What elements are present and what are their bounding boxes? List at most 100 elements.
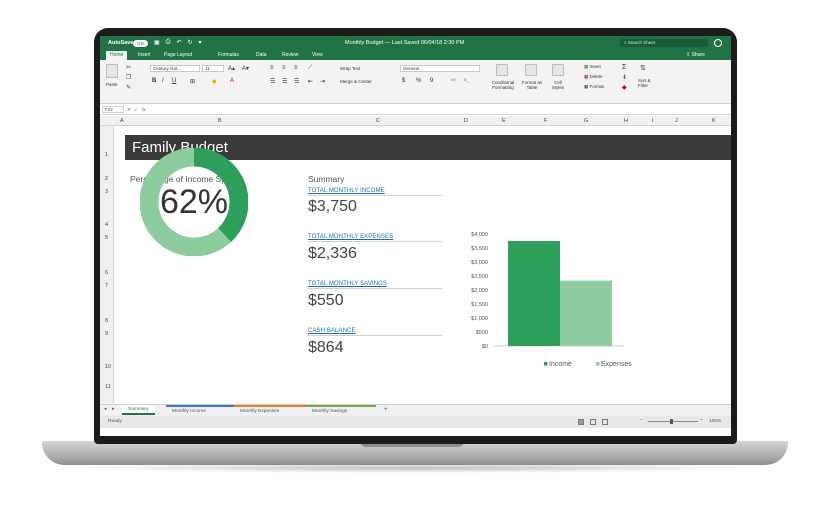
name-box[interactable]: F22 [102,106,124,113]
borders-icon[interactable]: ⊞ [190,78,195,85]
zoom-slider[interactable] [648,421,698,422]
share-button[interactable]: ⇪ Share [686,52,705,58]
print-icon[interactable]: ⎙ [166,39,171,46]
column-header[interactable]: A [120,118,124,124]
column-header[interactable]: J [675,118,678,124]
font-color-icon[interactable]: A [230,78,234,84]
customize-icon[interactable]: ▾ [199,39,202,46]
sort-filter-icon[interactable]: ⇅ [640,64,646,72]
delete-cells-button[interactable]: ▦ Delete [584,74,603,80]
increase-decimal-icon[interactable]: ⁺⁰ [450,78,456,85]
column-header[interactable]: I [652,118,654,124]
column-header[interactable]: F [544,118,547,124]
sheet-tab-summary[interactable]: Summary [122,405,155,415]
percentage-donut-chart[interactable]: 62% [139,147,249,257]
conditional-formatting-icon[interactable] [496,64,508,76]
page-break-view-icon[interactable] [602,419,608,425]
orientation-icon[interactable]: ⟋ [308,65,312,72]
next-sheet-icon[interactable]: ▸ [110,405,116,415]
search-sheet-input[interactable]: ⌕ Search Sheet [620,39,708,47]
align-middle-icon[interactable]: ≡ [282,65,286,71]
decrease-decimal-icon[interactable]: ⁰₋ [464,78,470,85]
row-header[interactable]: 11 [105,384,111,390]
column-header[interactable]: C [376,118,380,124]
format-as-table-icon[interactable] [525,64,537,76]
row-header[interactable]: 8 [105,318,108,324]
row-header[interactable]: 5 [105,235,108,241]
align-bottom-icon[interactable]: ≡ [294,65,298,71]
decrease-indent-icon[interactable]: ⇤ [308,78,313,85]
increase-indent-icon[interactable]: ⇥ [320,78,325,85]
font-name-select[interactable]: Century Got... [150,65,200,72]
prev-sheet-icon[interactable]: ◂ [102,405,108,415]
tab-home[interactable]: Home [106,51,128,60]
row-header[interactable]: 2 [105,176,108,182]
row-header[interactable]: 10 [105,364,111,370]
cancel-icon[interactable]: ✕ [127,107,131,113]
column-header[interactable]: H [624,118,628,124]
save-icon[interactable]: ▣ [154,39,160,46]
shrink-font-icon[interactable]: A▾ [242,65,249,72]
font-size-select[interactable]: 11 [202,65,224,72]
row-header[interactable]: 1 [105,152,108,158]
zoom-out-icon[interactable]: − [640,418,643,423]
format-as-table-label[interactable]: Format as Table [520,80,544,90]
tab-page-layout[interactable]: Page Layout [164,52,192,58]
grow-font-icon[interactable]: A▴ [228,65,235,72]
wrap-text-button[interactable]: Wrap Text [340,66,360,71]
underline-icon[interactable]: U [172,78,176,84]
redo-icon[interactable]: ↻ [188,39,193,46]
feedback-icon[interactable] [714,39,722,47]
enter-icon[interactable]: ✓ [134,107,138,113]
merge-center-button[interactable]: Merge & Center [340,79,372,84]
normal-view-icon[interactable] [578,419,584,425]
cell-styles-label[interactable]: Cell Styles [548,80,568,90]
align-center-icon[interactable]: ☰ [282,78,287,85]
percent-button[interactable]: % [416,78,421,84]
fill-color-icon[interactable]: ◆ [212,78,217,85]
sheet-tab-monthly-income[interactable]: Monthly Income [166,405,234,415]
income-expenses-chart[interactable]: $4,000 $3,500 $3,000 $2,500 $2,000 $1,500 $1,0… [454,226,634,376]
format-cells-button[interactable]: ▦ Format [584,84,604,90]
add-sheet-icon[interactable]: + [378,405,394,415]
undo-icon[interactable]: ↶ [176,39,181,46]
tab-data[interactable]: Data [256,52,267,58]
row-header[interactable]: 6 [105,270,108,276]
zoom-slider-handle[interactable] [670,419,673,424]
zoom-in-icon[interactable]: + [700,418,703,423]
bar-expenses[interactable] [560,280,612,346]
column-header[interactable]: K [712,118,716,124]
format-painter-icon[interactable]: ✎ [126,84,131,91]
autosum-icon[interactable]: Σ [622,64,626,71]
align-right-icon[interactable]: ☰ [294,78,299,85]
sheet-tab-monthly-savings[interactable]: Monthly Savings [306,405,376,415]
comma-button[interactable]: 9 [430,78,433,84]
row-header[interactable]: 4 [105,222,108,228]
align-left-icon[interactable]: ☰ [270,78,275,85]
italic-icon[interactable]: I [162,78,164,84]
tab-review[interactable]: Review [282,52,298,58]
bold-icon[interactable]: B [152,78,156,84]
row-header[interactable]: 3 [105,189,108,195]
align-top-icon[interactable]: ≡ [270,65,274,71]
column-header[interactable]: B [218,118,222,124]
column-header[interactable]: E [502,118,506,124]
column-header[interactable]: D [464,118,468,124]
cell-styles-icon[interactable] [552,64,564,76]
cut-icon[interactable]: ✂ [126,64,131,71]
row-header[interactable]: 7 [105,283,108,289]
fx-icon[interactable]: fx [142,107,146,112]
fill-icon[interactable]: ⬇ [622,74,627,81]
row-header[interactable]: 9 [105,331,108,337]
bar-income[interactable] [508,241,560,346]
column-header[interactable]: G [584,118,588,124]
zoom-level[interactable]: 100% [709,419,721,424]
clear-icon[interactable]: ◆ [622,84,627,91]
tab-formulas[interactable]: Formulas [218,52,239,58]
number-format-select[interactable]: General [400,65,480,72]
conditional-formatting-label[interactable]: Conditional Formatting [488,80,518,90]
sheet-tab-monthly-expenses[interactable]: Monthly Expenses [234,405,306,415]
paste-icon[interactable] [106,64,118,78]
page-layout-view-icon[interactable] [590,419,596,425]
tab-view[interactable]: View [312,52,323,58]
